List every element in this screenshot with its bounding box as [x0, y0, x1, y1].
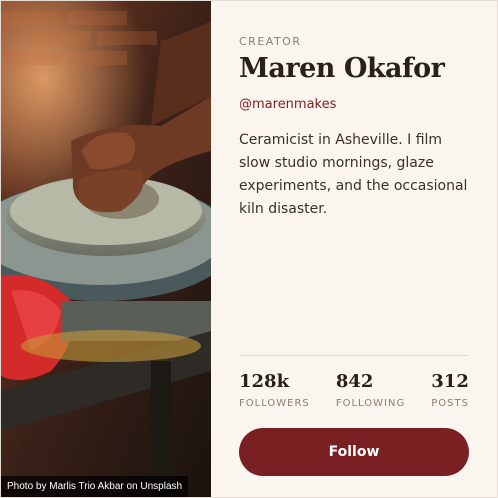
profile-handle[interactable]: @marenmakes	[239, 97, 336, 112]
stat-following[interactable]: 842 FOLLOWING	[336, 371, 405, 409]
stat-value: 128k	[239, 371, 290, 392]
pottery-photo-illustration	[1, 1, 211, 497]
stat-followers[interactable]: 128k FOLLOWERS	[239, 371, 310, 409]
profile-photo: Photo by Marlis Trio Akbar on Unsplash	[1, 1, 211, 497]
stat-value: 312	[431, 371, 469, 392]
role-eyebrow: CREATOR	[239, 35, 302, 48]
stat-label: POSTS	[431, 398, 469, 409]
photo-credit: Photo by Marlis Trio Akbar on Unsplash	[1, 476, 189, 497]
profile-name: Maren Okafor	[239, 53, 445, 84]
profile-info: CREATOR Maren Okafor @marenmakes Ceramic…	[211, 1, 497, 497]
profile-bio: Ceramicist in Asheville. I film slow stu…	[239, 132, 468, 217]
stat-label: FOLLOWERS	[239, 398, 310, 409]
follow-button[interactable]: Follow	[239, 428, 469, 476]
divider	[239, 355, 469, 356]
stat-posts[interactable]: 312 POSTS	[431, 371, 469, 409]
stats-row: 128k FOLLOWERS 842 FOLLOWING 312 POSTS	[239, 371, 469, 409]
stat-label: FOLLOWING	[335, 398, 406, 409]
stat-value: 842	[335, 371, 374, 392]
creator-card: Photo by Marlis Trio Akbar on Unsplash C…	[0, 0, 498, 498]
